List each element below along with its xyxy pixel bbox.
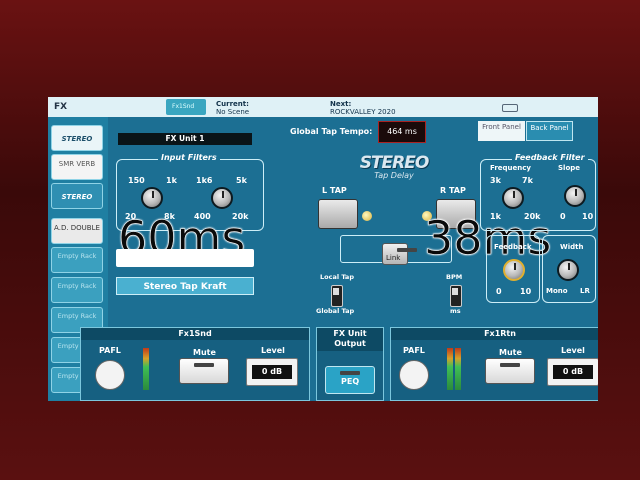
rack-slot-stereo-2[interactable]: STEREO [51, 183, 103, 209]
send-level-control[interactable]: 0 dB [246, 358, 298, 386]
fx-return-title: Fx1Rtn [391, 328, 598, 340]
rack-slot-ad-double[interactable]: A.D. DOUBLE [51, 218, 103, 244]
fx-unit-label: FX Unit 1 [118, 133, 252, 145]
send-pafl-button[interactable] [95, 360, 125, 390]
tap-mode-switch[interactable] [331, 285, 343, 307]
status-icon[interactable] [502, 104, 518, 112]
fx-editor: FX Unit 1 Global Tap Tempo: 464 ms Front… [80, 119, 598, 401]
right-tap-label: R TAP [440, 186, 466, 195]
tab-label: Fx1Snd [172, 103, 195, 110]
left-tap-button[interactable] [318, 199, 358, 229]
ms-label: ms [450, 307, 461, 315]
name-display [116, 249, 254, 267]
send-mute-label: Mute [193, 348, 216, 357]
return-level-value: 0 dB [553, 365, 593, 379]
rack-slot-empty-2[interactable]: Empty Rack [51, 277, 103, 303]
send-level-value: 0 dB [252, 365, 292, 379]
tab-fx1snd[interactable]: Fx1Snd [166, 99, 206, 115]
send-mute-button[interactable] [179, 358, 229, 384]
fx-send-strip: Fx1Snd PAFL Mute Level 0 dB [80, 327, 310, 401]
return-pafl-label: PAFL [403, 346, 425, 355]
send-pafl-label: PAFL [99, 346, 121, 355]
fx-name-field[interactable]: Stereo Tap Kraft [116, 277, 254, 295]
fx-output-strip: FX Unit Output PEQ [316, 327, 384, 401]
rack-slot-stereo-1[interactable]: STEREO [51, 125, 103, 151]
next-scene-value: ROCKVALLEY 2020 [330, 108, 396, 116]
send-meter [143, 348, 149, 390]
lpf-top-high: 5k [236, 176, 247, 185]
rack-slot-smr-verb[interactable]: SMR VERB [51, 154, 103, 180]
global-tap-tempo-button[interactable]: 464 ms [378, 121, 426, 143]
rack-slot-label: STEREO [61, 193, 93, 201]
slope-high: 10 [582, 212, 594, 221]
rack-slot-label: SMR VERB [58, 160, 96, 168]
input-filters-title: Input Filters [158, 153, 220, 162]
rack-slot-empty-1[interactable]: Empty Rack [51, 247, 103, 273]
width-label: Width [560, 243, 584, 251]
link-button[interactable]: Link [382, 243, 417, 265]
width-high: LR [580, 287, 590, 295]
width-low: Mono [546, 287, 568, 295]
return-meter-right [455, 348, 461, 390]
section-title: FX [54, 102, 68, 112]
feedback-high: 10 [520, 287, 532, 296]
feedback-label: Feedback [494, 243, 532, 251]
rack-slot-label: STEREO [61, 135, 93, 143]
global-tap-label: Global Tap [316, 307, 355, 315]
feedback-frequency-knob[interactable] [502, 187, 524, 209]
peq-button[interactable]: PEQ [325, 366, 375, 394]
global-tap-tempo-label: Global Tap Tempo: [290, 127, 373, 136]
freq-top-high: 7k [522, 176, 533, 185]
rack-slot-label: Empty Rack [57, 252, 97, 260]
return-mute-label: Mute [499, 348, 522, 357]
stereo-tap-delay-logo: STEREO Tap Delay [354, 153, 434, 180]
lpf-top-low: 1k6 [196, 176, 213, 185]
fx-send-title: Fx1Snd [81, 328, 309, 340]
feedback-low: 0 [496, 287, 502, 296]
back-panel-button[interactable]: Back Panel [526, 121, 573, 141]
panel-toggle: Front Panel Back Panel [478, 121, 574, 141]
rack-slot-label: A.D. DOUBLE [54, 224, 100, 232]
current-scene-value: No Scene [216, 108, 250, 116]
hpf-knob[interactable] [141, 187, 163, 209]
fx-output-title: FX Unit Output [317, 328, 383, 351]
slope-low: 0 [560, 212, 566, 221]
bpm-label: BPM [446, 273, 463, 281]
peq-label: PEQ [341, 377, 360, 386]
local-tap-label: Local Tap [320, 273, 354, 281]
front-panel-button[interactable]: Front Panel [478, 121, 525, 141]
freq-bottom-high: 20k [524, 212, 541, 221]
link-label: Link [386, 254, 401, 262]
return-pafl-button[interactable] [399, 360, 429, 390]
feedback-slope-knob[interactable] [564, 185, 586, 207]
left-tap-led [362, 211, 372, 221]
bpm-ms-switch[interactable] [450, 285, 462, 307]
current-scene-label: Current: [216, 100, 249, 108]
feedback-knob[interactable] [503, 259, 525, 281]
return-level-label: Level [561, 346, 585, 355]
return-level-control[interactable]: 0 dB [547, 358, 598, 386]
rack-slot-label: Empty Rack [57, 282, 97, 290]
next-scene-label: Next: [330, 100, 352, 108]
hpf-top-high: 1k [166, 176, 177, 185]
top-bar: FX Fx1Snd Current: No Scene Next: ROCKVA… [48, 97, 598, 117]
rack-slot-label: Empty Rack [57, 312, 97, 320]
frequency-label: Frequency [490, 164, 531, 172]
return-meter-left [447, 348, 453, 390]
width-knob[interactable] [557, 259, 579, 281]
hpf-top-low: 150 [128, 176, 145, 185]
freq-top-low: 3k [490, 176, 501, 185]
lpf-knob[interactable] [211, 187, 233, 209]
send-level-label: Level [261, 346, 285, 355]
freq-bottom-low: 1k [490, 212, 501, 221]
fx-return-strip: Fx1Rtn PAFL Mute Level 0 dB [390, 327, 598, 401]
left-tap-label: L TAP [322, 186, 347, 195]
touchscreen: FX Fx1Snd Current: No Scene Next: ROCKVA… [48, 97, 598, 401]
feedback-filter-title: Feedback Filter [512, 153, 588, 162]
slope-label: Slope [558, 164, 581, 172]
logo-title: STEREO [359, 153, 430, 173]
return-mute-button[interactable] [485, 358, 535, 384]
